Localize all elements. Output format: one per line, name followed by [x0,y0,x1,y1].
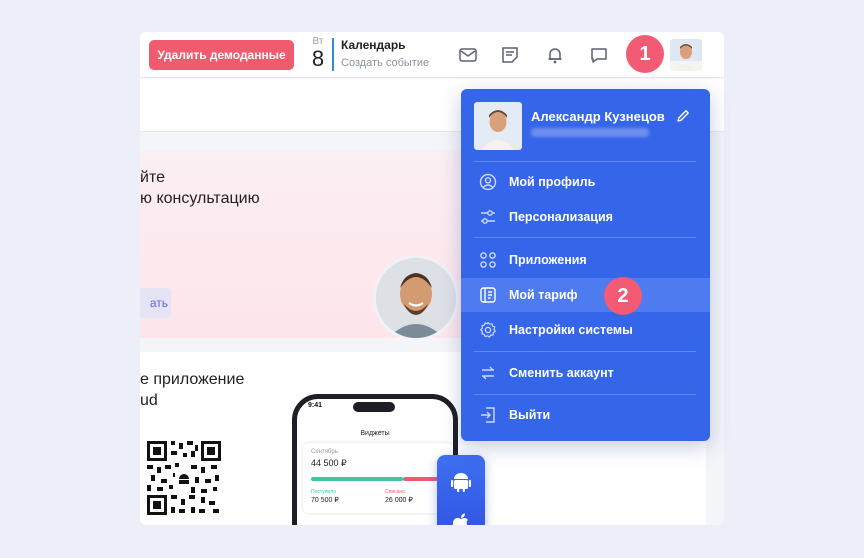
income-label: Поступило [311,489,336,495]
menu-item-label: Настройки системы [509,323,633,337]
phone-widget-card: Сентябрь 44 500 ₽ Поступило 70 500 ₽ Спи… [303,443,453,513]
tariff-icon [479,286,497,304]
phone-screen-title: Виджеты [360,430,390,437]
menu-item-switch-account[interactable]: Сменить аккаунт [461,356,710,390]
banner-title-line2: ю консультацию [140,190,260,207]
store-badges [437,455,485,525]
menu-item-label: Приложения [509,253,587,267]
calendar-accent-bar [332,38,334,71]
app-title-line1: е приложение [140,371,245,388]
menu-item-logout[interactable]: Выйти [461,398,710,432]
delete-demo-data-button[interactable]: Удалить демоданные [149,40,294,70]
menu-user-email-blurred [531,128,649,137]
menu-item-system-settings[interactable]: Настройки системы [461,313,710,347]
bell-icon[interactable] [544,44,566,66]
menu-item-personalization[interactable]: Персонализация [461,200,710,234]
grid-icon [479,251,497,269]
menu-divider [474,161,696,162]
calendar-title[interactable]: Календарь [341,38,406,52]
menu-item-my-tariff[interactable]: Мой тариф [461,278,710,312]
create-event-link[interactable]: Создать событие [341,57,429,69]
phone-mockup: 9:41 Виджеты Сентябрь 44 500 ₽ Поступило… [292,394,458,525]
menu-divider [474,394,696,395]
phone-notch [353,402,395,412]
notes-icon[interactable] [499,44,521,66]
user-circle-icon [479,173,497,191]
menu-item-label: Мой профиль [509,175,596,189]
income-bar [311,477,403,481]
menu-item-label: Персонализация [509,210,613,224]
menu-item-my-profile[interactable]: Мой профиль [461,165,710,199]
menu-avatar [474,102,522,150]
consultant-photo [373,255,459,338]
sliders-icon [479,208,497,226]
widget-month: Сентябрь [311,449,338,455]
expense-value: 26 000 ₽ [385,497,413,504]
date-day: 8 [311,46,325,71]
profile-dropdown-menu: Александр Кузнецов Мой профиль Персонали… [461,89,710,441]
menu-item-apps[interactable]: Приложения [461,243,710,277]
menu-divider [474,351,696,352]
date-widget[interactable]: Вт 8 [306,36,330,70]
menu-user-name: Александр Кузнецов [531,109,665,124]
gear-icon [479,321,497,339]
edit-profile-pencil-icon[interactable] [675,108,691,124]
logout-icon [479,406,497,424]
menu-item-label: Мой тариф [509,288,578,302]
phone-time: 9:41 [308,402,323,409]
banner-title-line1: йте [140,169,165,186]
menu-divider [474,237,696,238]
app-title-line2: ud [140,392,158,409]
apple-icon[interactable] [451,513,471,525]
menu-item-label: Выйти [509,408,551,422]
qr-code [147,441,221,515]
widget-amount: 44 500 ₽ [311,458,347,468]
chat-icon[interactable] [588,44,610,66]
user-avatar[interactable] [670,39,702,71]
expense-label: Списано [385,489,405,495]
step-badge-2: 2 [604,277,642,315]
step-badge-1: 1 [626,35,664,73]
banner-action-button[interactable]: ать [140,288,171,318]
android-icon[interactable] [451,470,471,492]
menu-item-label: Сменить аккаунт [509,366,614,380]
mail-icon[interactable] [457,44,479,66]
income-value: 70 500 ₽ [311,497,339,504]
swap-icon [479,364,497,382]
